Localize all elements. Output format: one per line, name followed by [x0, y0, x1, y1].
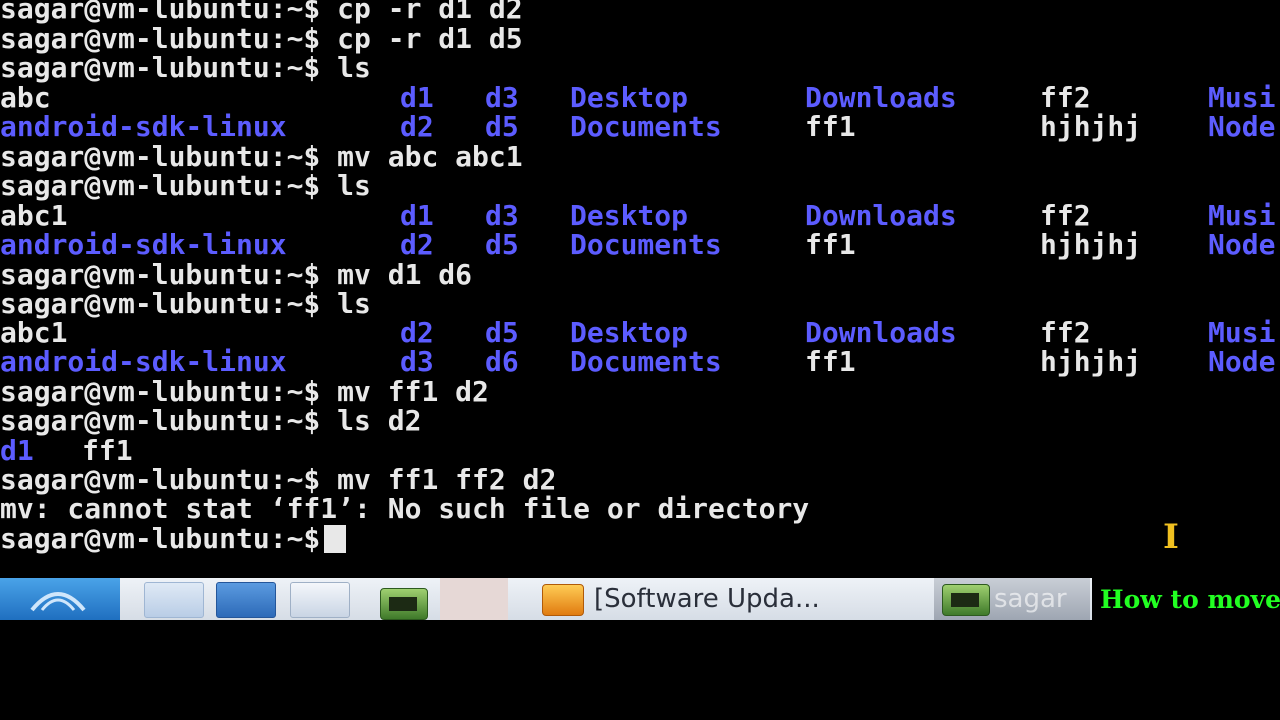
ls-output-row: android-sdk-linux d2 d5 Documents ff1 hj…	[0, 230, 1280, 260]
start-menu-button[interactable]	[0, 578, 120, 620]
file-entry: hjhjhj	[1040, 228, 1142, 261]
ibeam-cursor-icon: I	[1163, 517, 1179, 557]
file-manager-launcher[interactable]	[144, 582, 204, 618]
error-message: mv: cannot stat ‘ff1’: No such file or d…	[0, 492, 810, 525]
ls-output-row: android-sdk-linux d3 d6 Documents ff1 hj…	[0, 347, 1280, 377]
file-entry: abc1	[0, 199, 68, 232]
taskbar: [Software Upda... sagar	[0, 578, 1280, 620]
ls-output-row: android-sdk-linux d2 d5 Documents ff1 hj…	[0, 112, 1280, 142]
command: ls	[320, 287, 371, 320]
ls-output-row: d1 ff1	[0, 436, 400, 466]
dir-entry: d2	[400, 316, 434, 349]
dir-entry: d3	[485, 81, 519, 114]
dir-entry: Downloads	[805, 81, 957, 114]
terminal-line: sagar@vm-lubuntu:~$ mv abc abc1	[0, 142, 523, 172]
dir-entry: Musi	[1208, 316, 1276, 349]
file-entry: abc	[0, 81, 51, 114]
terminal-window[interactable]: sagar@vm-lubuntu:~$ cp -r d1 d2 sagar@vm…	[0, 0, 1280, 578]
dir-entry: Downloads	[805, 316, 957, 349]
file-entry: abc1	[0, 316, 68, 349]
prompt: sagar@vm-lubuntu:~$	[0, 522, 321, 555]
dir-entry: Musi	[1208, 199, 1276, 232]
file-entry: hjhjhj	[1040, 345, 1142, 378]
dir-entry: d2	[400, 110, 434, 143]
letterbox	[0, 620, 1280, 720]
file-entry: ff1	[82, 434, 133, 467]
dir-entry: d5	[485, 316, 519, 349]
command: ls	[320, 51, 371, 84]
terminal-launcher[interactable]	[370, 582, 434, 620]
file-entry: hjhjhj	[1040, 110, 1142, 143]
file-entry: ff1	[805, 345, 856, 378]
dir-entry: d5	[485, 228, 519, 261]
terminal-line: sagar@vm-lubuntu:~$ ls	[0, 171, 371, 201]
dir-entry: android-sdk-linux	[0, 228, 287, 261]
file-entry: ff2	[1040, 199, 1091, 232]
video-caption: How to move	[1092, 578, 1280, 620]
dir-entry: Desktop	[570, 81, 689, 114]
dir-entry: Documents	[570, 110, 722, 143]
task-label: [Software Upda...	[594, 584, 820, 614]
text-cursor	[324, 525, 347, 553]
dir-entry: d3	[485, 199, 519, 232]
terminal-line: sagar@vm-lubuntu:~$ cp -r d1 d5	[0, 24, 523, 54]
dir-entry: d3	[400, 345, 434, 378]
dir-entry: d6	[485, 345, 519, 378]
terminal-line: sagar@vm-lubuntu:~$ ls d2	[0, 406, 421, 436]
blank-task[interactable]	[440, 578, 508, 620]
dir-entry: d1	[0, 434, 34, 467]
dir-entry: d1	[400, 199, 434, 232]
dir-entry: d5	[485, 110, 519, 143]
dir-entry: Musi	[1208, 81, 1276, 114]
browser-launcher[interactable]	[216, 582, 276, 618]
prompt: sagar@vm-lubuntu:~$	[0, 404, 321, 437]
terminal-input-line[interactable]: sagar@vm-lubuntu:~$	[0, 522, 347, 555]
command: ls	[320, 169, 371, 202]
dir-entry: Downloads	[805, 199, 957, 232]
file-entry: ff1	[805, 110, 856, 143]
command: ls d2	[320, 404, 422, 437]
dir-entry: Node	[1208, 345, 1276, 378]
dir-entry: Node	[1208, 110, 1276, 143]
terminal-line: sagar@vm-lubuntu:~$ mv d1 d6	[0, 260, 472, 290]
ls-output-row: abc1 d1 d3 Desktop Downloads ff2 Musi	[0, 201, 1280, 231]
dir-entry: d2	[400, 228, 434, 261]
terminal-line: sagar@vm-lubuntu:~$ ls	[0, 289, 371, 319]
file-entry: ff2	[1040, 316, 1091, 349]
terminal-line: sagar@vm-lubuntu:~$ ls	[0, 53, 371, 83]
software-update-icon	[542, 584, 584, 616]
task-terminal[interactable]: sagar	[934, 578, 1090, 620]
ls-output-row: abc1 d2 d5 Desktop Downloads ff2 Musi	[0, 318, 1280, 348]
ls-output-row: abc d1 d3 Desktop Downloads ff2 Musi	[0, 83, 1280, 113]
terminal-icon	[942, 584, 990, 616]
task-label: sagar	[994, 584, 1067, 614]
terminal-line: sagar@vm-lubuntu:~$ mv ff1 d2	[0, 377, 489, 407]
prompt: sagar@vm-lubuntu:~$	[0, 169, 321, 202]
dir-entry: Desktop	[570, 316, 689, 349]
file-entry: ff2	[1040, 81, 1091, 114]
dir-entry: android-sdk-linux	[0, 345, 287, 378]
dir-entry: Documents	[570, 345, 722, 378]
dir-entry: Documents	[570, 228, 722, 261]
dir-entry: android-sdk-linux	[0, 110, 287, 143]
dir-entry: Desktop	[570, 199, 689, 232]
terminal-line: sagar@vm-lubuntu:~$ mv ff1 ff2 d2	[0, 465, 556, 495]
dir-entry: d1	[400, 81, 434, 114]
prompt: sagar@vm-lubuntu:~$	[0, 51, 321, 84]
task-software-updater[interactable]: [Software Upda...	[536, 578, 920, 620]
terminal-line: sagar@vm-lubuntu:~$ cp -r d1 d2	[0, 0, 523, 24]
lubuntu-logo-icon	[30, 592, 86, 612]
file-entry: ff1	[805, 228, 856, 261]
terminal-icon	[380, 588, 428, 620]
dir-entry: Node	[1208, 228, 1276, 261]
show-desktop-button[interactable]	[290, 582, 350, 618]
